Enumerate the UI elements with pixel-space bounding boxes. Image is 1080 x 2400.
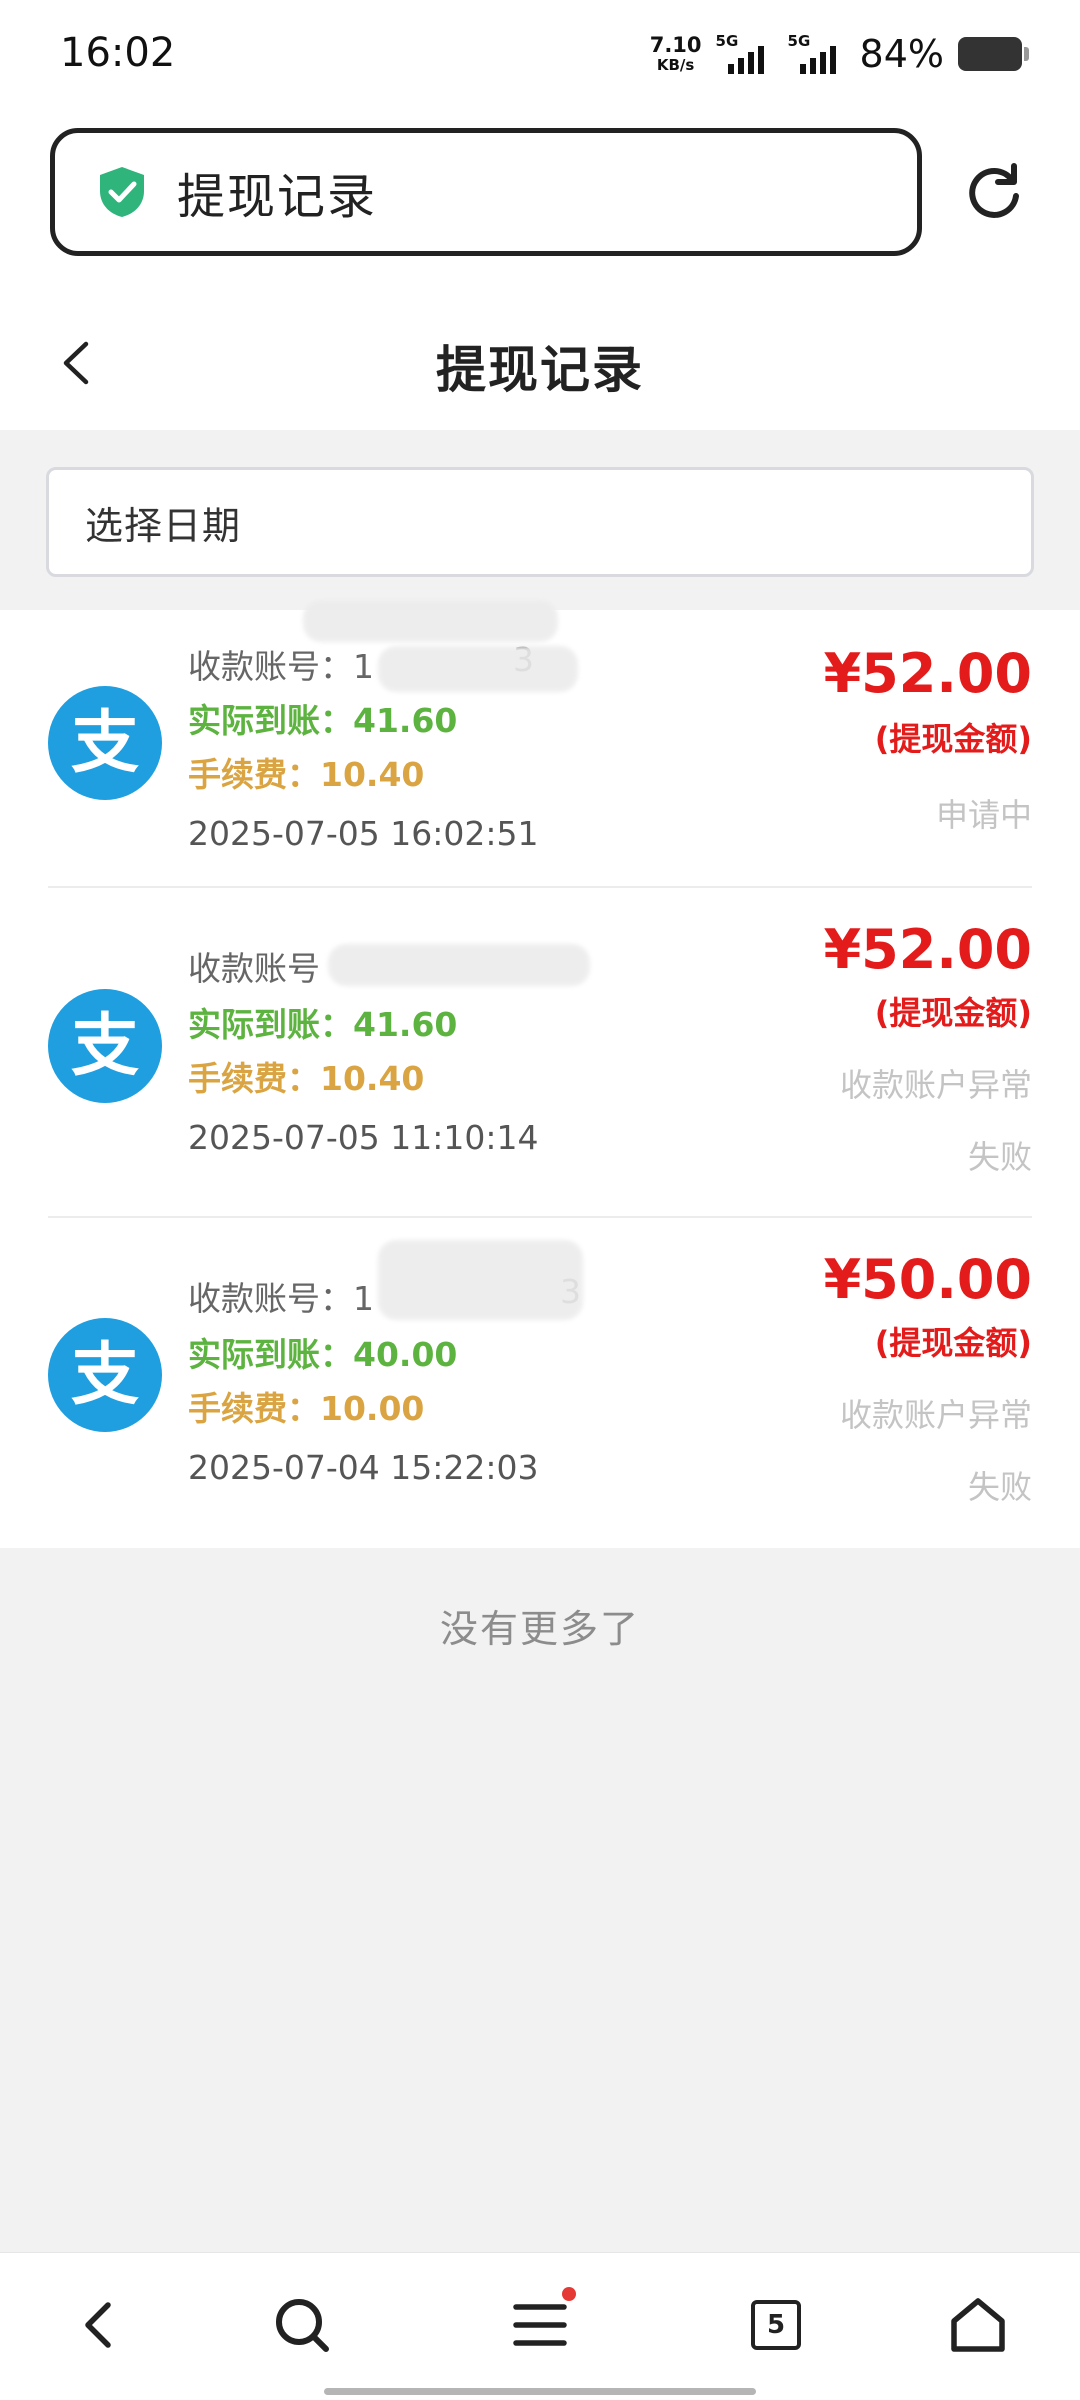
alipay-icon: 支 [48, 1318, 162, 1432]
home-indicator[interactable] [324, 2388, 756, 2395]
redaction-blur [378, 1240, 583, 1320]
network-speed-unit: KB/s [656, 56, 695, 74]
withdrawal-record[interactable]: 支 收款账号 实际到账：41.60 手续费：10.40 2025-07-05 1… [48, 888, 1032, 1218]
status-indicators: 7.10 KB/s 5G 5G 84% [650, 32, 1029, 76]
address-bar-title: 提现记录 [177, 169, 378, 225]
page-header: 提现记录 [0, 295, 1080, 430]
service-fee: 手续费：10.40 [188, 755, 425, 794]
list-footer-area: 没有更多了 [0, 1548, 1080, 2252]
service-fee: 手续费：10.00 [188, 1389, 425, 1428]
redaction-blur [378, 646, 578, 692]
withdraw-amount-label: (提现金额) [874, 720, 1032, 758]
withdraw-amount-label: (提现金额) [874, 994, 1032, 1032]
actual-received: 实际到账：40.00 [188, 1335, 458, 1374]
svg-text:支: 支 [71, 1336, 139, 1415]
refresh-icon[interactable] [962, 160, 1026, 224]
redaction-blur [328, 944, 590, 986]
account-number: 收款账号：1 [188, 640, 374, 688]
status-bar: 16:02 7.10 KB/s 5G 5G 84% [0, 0, 1080, 110]
record-status: 收款账户异常 [839, 1396, 1032, 1434]
home-icon [951, 2298, 1005, 2352]
chevron-left-icon [85, 2302, 111, 2348]
actual-received: 实际到账：41.60 [188, 701, 458, 740]
battery-icon [958, 37, 1029, 71]
redaction-blur [303, 600, 558, 642]
signal-icon-sim2: 5G [788, 32, 846, 76]
account-visible: ：1 [320, 1279, 374, 1318]
withdrawal-record-list: 支 收款账号：1 3 实际到账：41.60 手续费：10.40 2025-07-… [0, 600, 1080, 1548]
record-result: 失败 [967, 1468, 1032, 1506]
address-bar[interactable]: 提现记录 [50, 128, 922, 256]
search-icon [276, 2299, 329, 2352]
date-picker-placeholder: 选择日期 [85, 503, 242, 548]
filter-area: 选择日期 [0, 430, 1080, 610]
record-time: 2025-07-05 16:02:51 [188, 814, 539, 853]
network-speed-value: 7.10 [649, 33, 702, 57]
record-time: 2025-07-04 15:22:03 [188, 1448, 539, 1487]
alipay-icon: 支 [48, 686, 162, 800]
svg-text:支: 支 [71, 1007, 139, 1086]
record-time: 2025-07-05 11:10:14 [188, 1118, 539, 1157]
browser-bottom-nav: 5 [0, 2252, 1080, 2400]
status-time: 16:02 [60, 30, 176, 76]
nav-menu-button[interactable] [508, 2287, 576, 2357]
account-number: 收款账号：1 [188, 1272, 374, 1320]
record-status: 申请中 [935, 796, 1032, 834]
battery-percent: 84% [859, 32, 944, 76]
withdraw-amount: ¥50.00 [823, 1248, 1032, 1311]
withdraw-amount-label: (提现金额) [874, 1324, 1032, 1362]
date-picker-field[interactable]: 选择日期 [46, 467, 1034, 577]
withdraw-amount: ¥52.00 [823, 642, 1032, 705]
nav-search-button[interactable] [270, 2293, 334, 2357]
account-label: 收款账号 [188, 647, 320, 686]
account-visible: ：1 [320, 647, 374, 686]
withdrawal-record[interactable]: 支 收款账号：1 3 实际到账：40.00 手续费：10.00 2025-07-… [48, 1218, 1032, 1548]
actual-received: 实际到账：41.60 [188, 1005, 458, 1044]
signal-icon-sim1: 5G [716, 32, 774, 76]
tabs-count-icon: 5 [751, 2300, 801, 2350]
record-result: 失败 [967, 1138, 1032, 1176]
alipay-icon: 支 [48, 989, 162, 1103]
notification-badge [562, 2287, 576, 2301]
withdrawal-record[interactable]: 支 收款账号：1 3 实际到账：41.60 手续费：10.40 2025-07-… [48, 600, 1032, 888]
svg-text:支: 支 [71, 704, 139, 783]
service-fee: 手续费：10.40 [188, 1059, 425, 1098]
no-more-text: 没有更多了 [439, 1607, 640, 1651]
nav-tabs-button[interactable]: 5 [744, 2293, 808, 2357]
nav-back-button[interactable] [68, 2293, 132, 2357]
nav-home-button[interactable] [946, 2293, 1010, 2357]
record-status: 收款账户异常 [839, 1066, 1032, 1104]
menu-icon [513, 2304, 567, 2346]
account-label: 收款账号 [188, 1279, 320, 1318]
shield-check-icon [100, 167, 144, 217]
page-title: 提现记录 [436, 341, 644, 399]
network-speed: 7.10 KB/s [650, 35, 702, 73]
withdraw-amount: ¥52.00 [823, 918, 1032, 981]
account-number: 收款账号 [188, 942, 320, 990]
account-label: 收款账号 [188, 949, 320, 988]
